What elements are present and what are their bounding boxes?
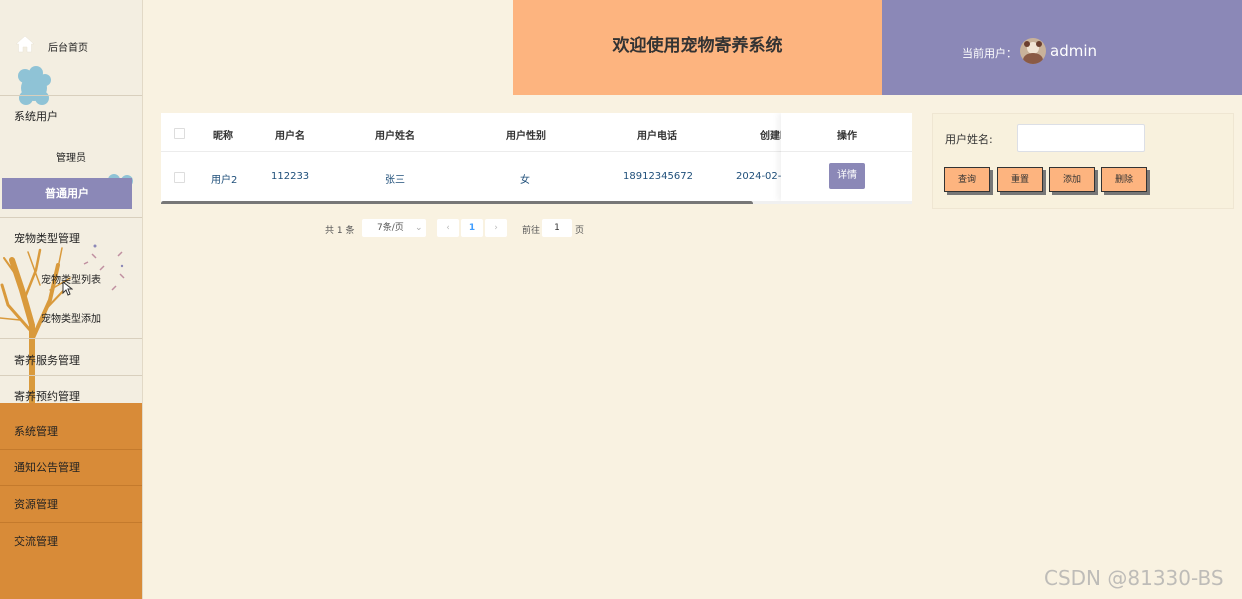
cell-nickname: 用户2 [211, 175, 238, 186]
divider [0, 375, 142, 376]
select-all-checkbox[interactable] [174, 128, 185, 139]
delete-button[interactable]: 删除 [1101, 167, 1147, 192]
page-size-select[interactable]: 7条/页 ⌄ [362, 219, 426, 237]
divider [781, 151, 912, 152]
detail-button[interactable]: 详情 [829, 163, 865, 189]
sidebar: 后台首页 系统用户 管理员 普通用户 宠物类型管理 宠物类型列表 宠物类型添加 … [0, 0, 143, 599]
avatar[interactable] [1020, 38, 1046, 64]
search-label: 用户姓名: [945, 133, 993, 146]
paw-decoration [18, 66, 51, 105]
next-page-button[interactable]: › [485, 219, 507, 237]
sidebar-item-label: 后台首页 [48, 43, 88, 54]
current-user-name[interactable]: admin [1050, 42, 1097, 60]
cell-created: 2024-02-1 [736, 171, 788, 182]
current-user-label: 当前用户： [962, 47, 1017, 60]
row-checkbox[interactable] [174, 172, 185, 183]
query-button[interactable]: 查询 [944, 167, 990, 192]
cell-username: 112233 [271, 171, 310, 182]
cell-realname: 张三 [385, 175, 405, 186]
column-header-realname: 用户姓名 [375, 131, 415, 142]
cell-gender: 女 [520, 175, 530, 186]
sidebar-item-resource-management[interactable]: 资源管理 [0, 486, 142, 523]
reset-button[interactable]: 重置 [997, 167, 1043, 192]
fixed-action-column: 操作 详情 [781, 113, 912, 201]
divider [0, 95, 142, 96]
sidebar-item-admin[interactable]: 管理员 [0, 149, 142, 164]
column-header-action: 操作 [837, 131, 857, 142]
cursor-icon [62, 281, 73, 296]
sidebar-item-home[interactable]: 后台首页 [0, 28, 142, 62]
page-title: 欢迎使用宠物寄养系统 [513, 0, 882, 95]
divider [0, 338, 142, 339]
divider [0, 217, 142, 218]
chevron-down-icon: ⌄ [415, 223, 423, 233]
header-spacer [143, 0, 513, 95]
prev-page-button[interactable]: ‹ [437, 219, 459, 237]
sidebar-item-notice-management[interactable]: 通知公告管理 [0, 449, 142, 486]
column-header-username: 用户名 [275, 131, 305, 142]
user-panel: 当前用户： admin [882, 0, 1242, 95]
sidebar-group-boarding-service[interactable]: 寄养服务管理 [0, 352, 142, 368]
sidebar-group-system-users[interactable]: 系统用户 [0, 108, 142, 124]
goto-label: 前往 [522, 226, 541, 236]
scrollbar-thumb[interactable] [161, 201, 753, 204]
sidebar-bottom-section: 系统管理 通知公告管理 资源管理 交流管理 [0, 403, 142, 599]
search-panel: 用户姓名: 查询 重置 添加 删除 [932, 113, 1234, 209]
sidebar-item-system-management[interactable]: 系统管理 [0, 413, 142, 450]
sidebar-item-normal-users[interactable]: 普通用户 [2, 178, 132, 209]
column-header-phone: 用户电话 [637, 131, 677, 142]
column-header-gender: 用户性别 [506, 131, 546, 142]
search-input[interactable] [1017, 124, 1145, 152]
goto-suffix: 页 [575, 226, 585, 236]
sidebar-group-boarding-booking[interactable]: 寄养预约管理 [0, 388, 142, 404]
pagination-total: 共 1 条 [325, 226, 355, 236]
add-button[interactable]: 添加 [1049, 167, 1095, 192]
home-icon [15, 35, 35, 53]
page-number-current[interactable]: 1 [461, 219, 483, 237]
sidebar-item-forum-management[interactable]: 交流管理 [0, 523, 142, 560]
page-size-value: 7条/页 [377, 223, 404, 233]
user-table: 昵称 用户名 用户姓名 用户性别 用户电话 创建时 用户2 112233 张三 … [161, 113, 912, 204]
cell-phone: 18912345672 [623, 171, 693, 182]
watermark: CSDN @81330-BS [1044, 566, 1224, 590]
column-header-nickname: 昵称 [213, 131, 233, 142]
sidebar-item-pet-type-add[interactable]: 宠物类型添加 [0, 310, 142, 325]
goto-page-input[interactable]: 1 [542, 219, 572, 237]
